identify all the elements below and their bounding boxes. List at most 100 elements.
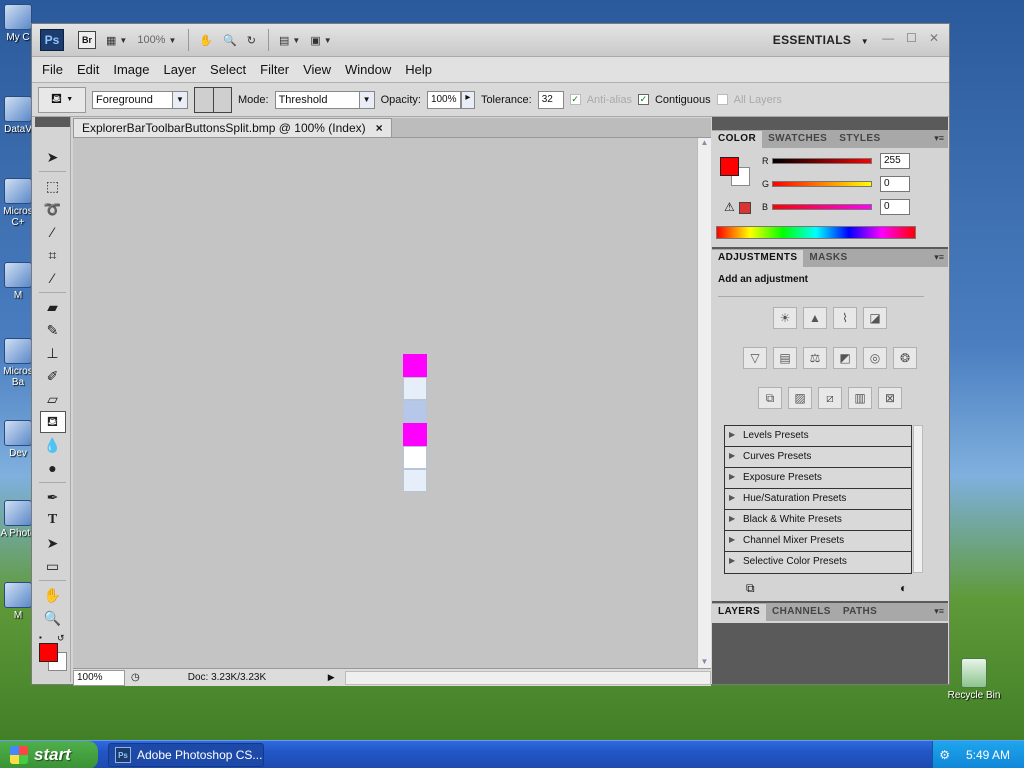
- preset-black-white[interactable]: Black & White Presets: [725, 510, 911, 531]
- lasso-tool[interactable]: ➰: [40, 198, 66, 220]
- clone-stamp-tool[interactable]: ⊥: [40, 342, 66, 364]
- status-menu-arrow-icon[interactable]: ▶: [328, 672, 335, 683]
- exposure-icon[interactable]: ◪: [863, 307, 887, 329]
- type-tool[interactable]: T: [40, 509, 66, 531]
- clip-to-layer-icon[interactable]: ⧉: [746, 581, 755, 596]
- pen-tool[interactable]: ✒: [40, 486, 66, 508]
- preset-levels[interactable]: Levels Presets: [725, 426, 911, 447]
- tolerance-field[interactable]: 32: [537, 90, 564, 109]
- presets-scrollbar[interactable]: [913, 425, 923, 573]
- taskbar-photoshop-button[interactable]: Ps Adobe Photoshop CS...: [108, 743, 264, 767]
- threshold-icon[interactable]: ⧄: [818, 387, 842, 409]
- menu-edit[interactable]: Edit: [77, 62, 107, 77]
- close-icon[interactable]: ✕: [929, 31, 939, 45]
- scroll-down-icon[interactable]: ▼: [698, 657, 711, 666]
- hand-tool[interactable]: ✋: [40, 584, 66, 606]
- black-white-icon[interactable]: ◩: [833, 347, 857, 369]
- foreground-color-chip[interactable]: [39, 643, 58, 662]
- scroll-up-icon[interactable]: ▲: [698, 138, 711, 147]
- tab-adjustments[interactable]: ADJUSTMENTS: [712, 250, 804, 267]
- preset-exposure[interactable]: Exposure Presets: [725, 468, 911, 489]
- marquee-tool[interactable]: ⬚: [40, 175, 66, 197]
- menu-layer[interactable]: Layer: [164, 62, 205, 77]
- status-info-icon[interactable]: ◷: [131, 672, 140, 683]
- color-fg-swatch[interactable]: [720, 157, 739, 176]
- default-colors-icon[interactable]: ▪: [39, 633, 42, 642]
- red-slider[interactable]: [772, 158, 872, 164]
- pattern-picker[interactable]: [194, 86, 232, 113]
- hue-saturation-icon[interactable]: ▤: [773, 347, 797, 369]
- opacity-slider-toggle[interactable]: ▸: [460, 90, 475, 109]
- network-icon[interactable]: ⚙: [939, 748, 950, 762]
- red-value-field[interactable]: 255: [880, 153, 910, 169]
- panel-grip[interactable]: [35, 117, 70, 127]
- panel-menu-icon[interactable]: ▾≡: [934, 606, 944, 617]
- view-extras-button[interactable]: ▦ ▼: [106, 34, 127, 47]
- arrange-documents-button[interactable]: ▤ ▼: [279, 34, 300, 47]
- dock-header[interactable]: [712, 117, 948, 129]
- menu-image[interactable]: Image: [113, 62, 157, 77]
- healing-brush-tool[interactable]: ▰: [40, 296, 66, 318]
- tab-layers[interactable]: LAYERS: [712, 604, 767, 621]
- quick-selection-tool[interactable]: ⁄: [40, 221, 66, 243]
- blue-value-field[interactable]: 0: [880, 199, 910, 215]
- swap-colors-icon[interactable]: ↺: [57, 633, 65, 644]
- channel-mixer-icon[interactable]: ❂: [893, 347, 917, 369]
- visibility-toggle-icon[interactable]: ◐: [900, 581, 907, 595]
- blend-mode-select[interactable]: Threshold ▼: [274, 90, 375, 109]
- tab-styles[interactable]: STYLES: [833, 131, 886, 148]
- shape-tool[interactable]: ▭: [40, 555, 66, 577]
- contiguous-checkbox[interactable]: ✓: [637, 94, 649, 105]
- green-slider[interactable]: [772, 181, 872, 187]
- history-brush-tool[interactable]: ✐: [40, 365, 66, 387]
- zoom-tool-button[interactable]: 🔍: [223, 34, 237, 47]
- tab-channels[interactable]: CHANNELS: [766, 604, 837, 621]
- selective-color-icon[interactable]: ⊠: [878, 387, 902, 409]
- levels-icon[interactable]: ▲: [803, 307, 827, 329]
- brightness-contrast-icon[interactable]: ☀: [773, 307, 797, 329]
- preset-selective-color[interactable]: Selective Color Presets: [725, 552, 911, 573]
- rotate-view-button[interactable]: ↻: [247, 34, 256, 47]
- web-safe-swatch[interactable]: [739, 202, 751, 214]
- hand-tool-button[interactable]: ✋: [199, 34, 213, 47]
- green-value-field[interactable]: 0: [880, 176, 910, 192]
- menu-window[interactable]: Window: [345, 62, 399, 77]
- gradient-map-icon[interactable]: ▥: [848, 387, 872, 409]
- bridge-button[interactable]: Br: [78, 31, 96, 49]
- paint-bucket-tool[interactable]: ⛾: [39, 411, 66, 433]
- tab-paths[interactable]: PATHS: [837, 604, 883, 621]
- tab-swatches[interactable]: SWATCHES: [762, 131, 833, 148]
- preset-hue-saturation[interactable]: Hue/Saturation Presets: [725, 489, 911, 510]
- status-zoom-field[interactable]: 100%: [73, 669, 125, 686]
- menu-select[interactable]: Select: [210, 62, 254, 77]
- preset-channel-mixer[interactable]: Channel Mixer Presets: [725, 531, 911, 552]
- menu-view[interactable]: View: [303, 62, 339, 77]
- panel-menu-icon[interactable]: ▾≡: [934, 252, 944, 263]
- move-tool[interactable]: ➤: [40, 146, 66, 168]
- menu-filter[interactable]: Filter: [260, 62, 297, 77]
- invert-icon[interactable]: ⧉: [758, 387, 782, 409]
- horizontal-scrollbar[interactable]: [344, 670, 711, 685]
- panel-menu-icon[interactable]: ▾≡: [934, 133, 944, 144]
- maximize-icon[interactable]: ☐: [906, 31, 917, 45]
- canvas[interactable]: [73, 138, 697, 668]
- anti-alias-checkbox[interactable]: ✓: [569, 94, 581, 105]
- tab-color[interactable]: COLOR: [712, 131, 763, 148]
- vertical-scrollbar[interactable]: ▲ ▼: [697, 138, 711, 668]
- brush-tool[interactable]: ✎: [40, 319, 66, 341]
- tool-preset-picker[interactable]: ⛾ ▼: [38, 86, 86, 113]
- color-spectrum-bar[interactable]: [716, 226, 916, 239]
- eraser-tool[interactable]: ▱: [40, 388, 66, 410]
- menu-file[interactable]: File: [42, 62, 71, 77]
- zoom-tool[interactable]: 🔍: [40, 607, 66, 629]
- posterize-icon[interactable]: ▨: [788, 387, 812, 409]
- path-selection-tool[interactable]: ➤: [40, 532, 66, 554]
- document-tab[interactable]: ExplorerBarToolbarButtonsSplit.bmp @ 100…: [73, 118, 392, 137]
- curves-icon[interactable]: ⌇: [833, 307, 857, 329]
- menu-help[interactable]: Help: [405, 62, 440, 77]
- dodge-tool[interactable]: ●: [40, 457, 66, 479]
- zoom-level-select[interactable]: 100% ▼: [137, 34, 176, 46]
- desktop-icon-recycle-bin[interactable]: Recycle Bin: [944, 658, 1004, 701]
- crop-tool[interactable]: ⌗: [40, 244, 66, 266]
- color-balance-icon[interactable]: ⚖: [803, 347, 827, 369]
